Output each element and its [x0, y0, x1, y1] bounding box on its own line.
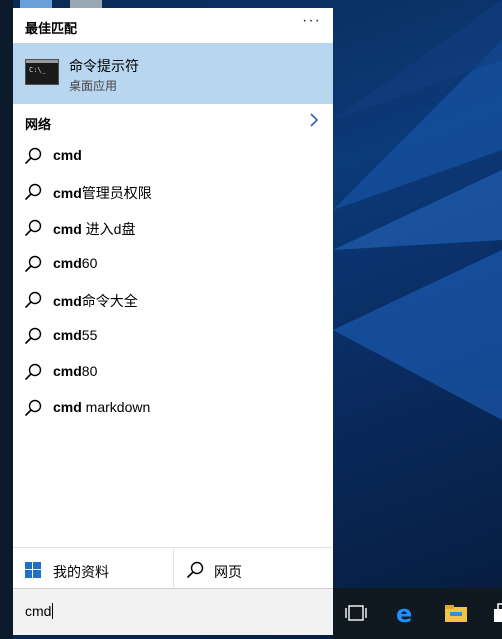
web-suggestion-item[interactable]: cmd markdown [13, 391, 333, 423]
my-stuff-button[interactable]: 我的资料 [13, 548, 173, 593]
command-prompt-icon-text: C:\_ [29, 66, 46, 74]
suggestion-query-match: cmd [53, 293, 82, 309]
web-suggestion-text: cmd 进入d盘 [53, 219, 135, 239]
task-view-icon[interactable] [341, 598, 371, 628]
suggestion-completion: 进入d盘 [81, 221, 136, 237]
best-match-result[interactable]: C:\_ 命令提示符 桌面应用 [13, 43, 333, 104]
suggestion-completion: 80 [81, 363, 98, 379]
best-match-header: 最佳匹配 ··· [13, 8, 333, 42]
web-section-header[interactable]: 网络 [13, 110, 333, 134]
search-icon [186, 561, 204, 584]
suggestion-completion: 55 [81, 327, 98, 343]
chevron-right-icon[interactable] [309, 112, 319, 133]
best-match-title: 命令提示符 [69, 58, 139, 74]
file-explorer-icon[interactable] [441, 598, 471, 628]
suggestion-query-match: cmd [53, 147, 82, 163]
web-suggestion-item[interactable]: cmd 进入d盘 [13, 211, 333, 243]
search-icon [24, 363, 42, 381]
best-match-label: 最佳匹配 [25, 21, 78, 36]
web-label: 网页 [214, 564, 242, 580]
suggestion-query-match: cmd [53, 399, 82, 415]
text-caret [52, 603, 54, 619]
web-suggestion-text: cmd命令大全 [53, 291, 138, 311]
suggestion-completion: 60 [81, 255, 98, 271]
web-suggestion-text: cmd markdown [53, 399, 150, 415]
search-icon [24, 219, 42, 237]
search-input[interactable]: cmd [13, 588, 333, 635]
web-suggestion-item[interactable]: cmd [13, 139, 333, 171]
web-suggestion-item[interactable]: cmd80 [13, 355, 333, 387]
web-suggestion-item[interactable]: cmd55 [13, 319, 333, 351]
suggestion-completion: markdown [81, 399, 151, 415]
web-suggestion-item[interactable]: cmd命令大全 [13, 283, 333, 315]
web-suggestion-text: cmd管理员权限 [53, 183, 152, 203]
suggestion-completion: 管理员权限 [81, 185, 152, 201]
bottom-filter-bar: 我的资料 网页 [13, 547, 333, 593]
search-icon [24, 327, 42, 345]
taskbar: e [333, 588, 502, 639]
web-suggestion-text: cmd55 [53, 327, 97, 343]
suggestion-query-match: cmd [53, 185, 82, 201]
web-suggestion-text: cmd80 [53, 363, 97, 379]
left-edge [0, 0, 13, 639]
svg-text:e: e [396, 601, 412, 625]
suggestion-query-match: cmd [53, 255, 82, 271]
search-input-value[interactable]: cmd [25, 603, 54, 619]
search-icon [24, 147, 42, 165]
web-section-label: 网络 [25, 117, 52, 132]
my-stuff-label: 我的资料 [53, 564, 109, 580]
web-suggestion-text: cmd [53, 147, 82, 163]
search-icon [24, 183, 42, 201]
web-suggestion-text: cmd60 [53, 255, 97, 271]
web-button[interactable]: 网页 [174, 548, 333, 593]
store-icon[interactable] [487, 598, 502, 628]
more-options-icon[interactable]: ··· [302, 12, 321, 30]
suggestion-query-match: cmd [53, 221, 82, 237]
web-suggestion-item[interactable]: cmd管理员权限 [13, 175, 333, 207]
windows-logo-icon [25, 562, 41, 583]
edge-browser-icon[interactable]: e [391, 598, 421, 628]
suggestion-completion: 命令大全 [81, 293, 138, 309]
web-suggestion-item[interactable]: cmd60 [13, 247, 333, 279]
command-prompt-icon: C:\_ [25, 59, 59, 85]
search-icon [24, 291, 42, 309]
suggestion-query-match: cmd [53, 327, 82, 343]
search-results-panel: 最佳匹配 ··· C:\_ 命令提示符 桌面应用 网络 cmd cmd管理员权限 c… [13, 8, 333, 593]
suggestion-query-match: cmd [53, 363, 82, 379]
search-icon [24, 255, 42, 273]
best-match-subtitle: 桌面应用 [69, 79, 118, 93]
search-icon [24, 399, 42, 417]
